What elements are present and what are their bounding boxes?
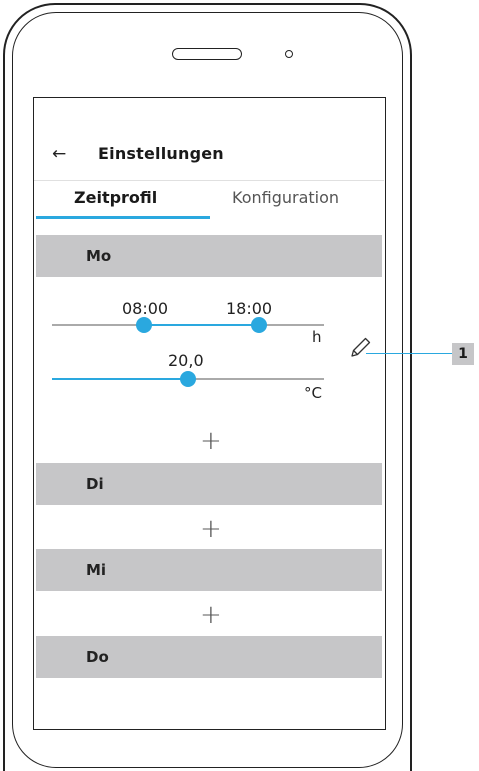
time-end-handle[interactable] xyxy=(251,317,267,333)
back-arrow-icon[interactable]: ← xyxy=(52,144,66,164)
callout-leader-line xyxy=(366,353,453,354)
day-label: Di xyxy=(86,475,104,493)
callout-number-badge: 1 xyxy=(452,343,474,365)
time-start-handle[interactable] xyxy=(136,317,152,333)
temp-slider-fill xyxy=(52,378,188,380)
time-unit: h xyxy=(312,328,322,346)
day-label: Mo xyxy=(86,247,112,265)
tab-zeitprofil[interactable]: Zeitprofil xyxy=(74,188,157,208)
day-header-di[interactable]: Di xyxy=(36,463,382,505)
add-plus-icon[interactable]: + xyxy=(200,516,222,542)
active-tab-indicator xyxy=(36,216,210,219)
day-label: Mi xyxy=(86,561,107,579)
app-screen: ← Einstellungen Zeitprofil Konfiguration… xyxy=(33,97,386,730)
phone-camera xyxy=(285,50,293,58)
temperature-value: 20,0 xyxy=(168,351,204,370)
day-header-do[interactable]: Do xyxy=(36,636,382,678)
day-label: Do xyxy=(86,648,109,666)
temp-unit: °C xyxy=(304,384,322,402)
pencil-icon[interactable] xyxy=(349,335,373,359)
tab-konfiguration[interactable]: Konfiguration xyxy=(232,188,339,208)
app-header: ← Einstellungen xyxy=(34,136,384,176)
page-title: Einstellungen xyxy=(98,144,224,163)
time-slider-range xyxy=(144,324,259,326)
add-plus-icon[interactable]: + xyxy=(200,602,222,628)
start-time-value: 08:00 xyxy=(122,299,169,318)
phone-speaker xyxy=(172,48,242,60)
day-header-mo[interactable]: Mo xyxy=(36,235,382,277)
temp-slider-handle[interactable] xyxy=(180,371,196,387)
add-plus-icon[interactable]: + xyxy=(200,428,222,454)
tabs-divider xyxy=(34,180,384,181)
end-time-value: 18:00 xyxy=(226,299,273,318)
day-header-mi[interactable]: Mi xyxy=(36,549,382,591)
